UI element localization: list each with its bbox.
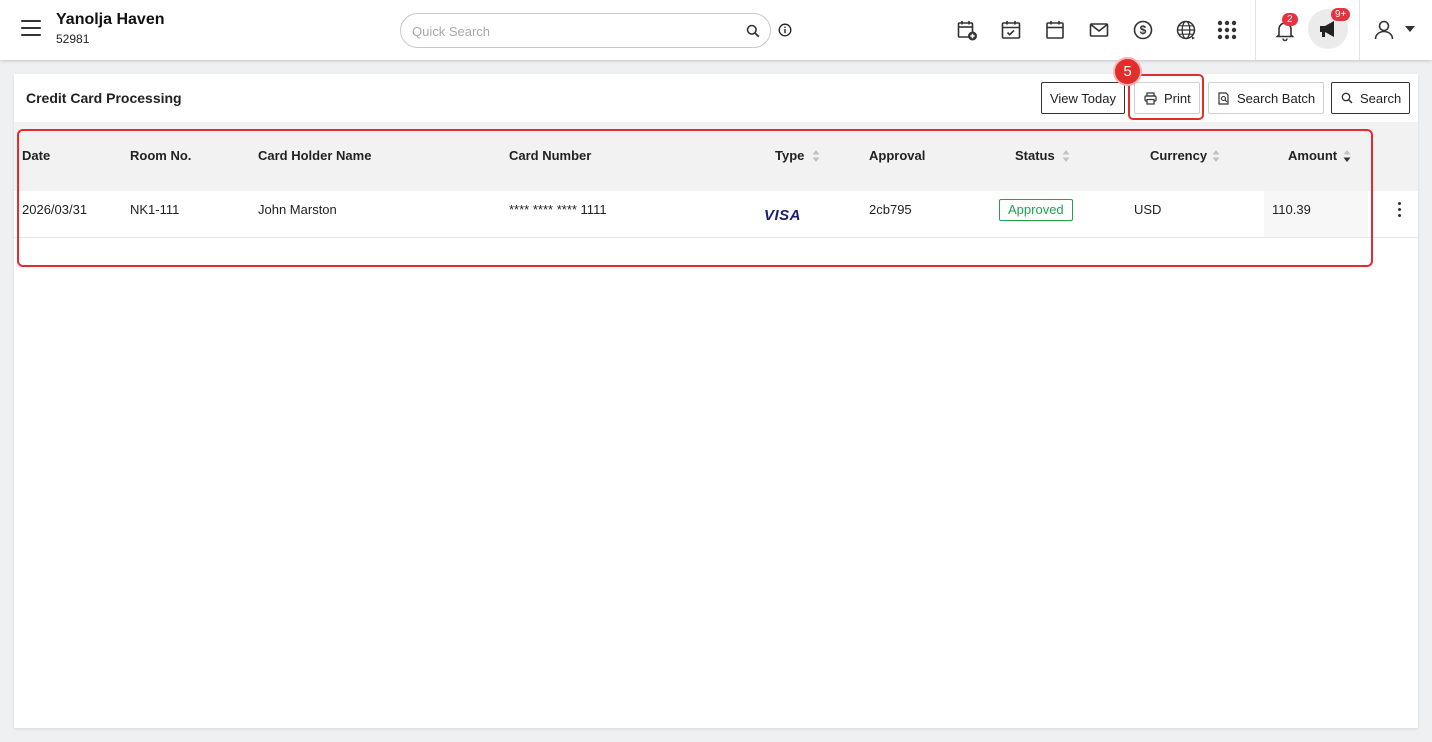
search-document-icon: [1218, 91, 1229, 105]
search-batch-button[interactable]: Search Batch: [1208, 82, 1324, 114]
search-icon: [1341, 92, 1353, 104]
mail-icon[interactable]: [1087, 18, 1111, 42]
quick-search-box: [400, 13, 771, 48]
dollar-icon[interactable]: $: [1131, 18, 1155, 42]
info-icon[interactable]: [778, 23, 792, 37]
page-title: Credit Card Processing: [26, 90, 182, 106]
view-today-button[interactable]: View Today: [1041, 82, 1125, 114]
menu-icon[interactable]: [21, 20, 41, 38]
announcement-count-badge: 9+: [1331, 8, 1351, 21]
highlight-print-button: [1128, 74, 1204, 120]
megaphone-icon: [1320, 21, 1334, 37]
search-batch-label: Search Batch: [1237, 90, 1316, 106]
quick-search-input[interactable]: [412, 22, 732, 40]
calendar-icon[interactable]: [1043, 18, 1067, 42]
calendar-check-icon[interactable]: [999, 18, 1023, 42]
toolbar-divider: [1255, 0, 1256, 60]
search-icon[interactable]: [746, 24, 760, 38]
hotel-brand: Yanolja Haven 52981: [56, 11, 165, 46]
search-label: Search: [1360, 90, 1402, 106]
notification-count-badge: 2: [1282, 13, 1298, 26]
calendar-add-icon[interactable]: [955, 18, 979, 42]
step-number-badge: 5: [1113, 57, 1142, 86]
svg-text:$: $: [1140, 23, 1147, 37]
hotel-name: Yanolja Haven: [56, 11, 165, 28]
view-today-label: View Today: [1049, 90, 1116, 106]
row-more-options-icon[interactable]: [1395, 202, 1403, 220]
search-button[interactable]: Search: [1331, 82, 1410, 114]
user-menu-caret-icon[interactable]: [1405, 26, 1415, 32]
user-avatar-icon[interactable]: [1372, 18, 1396, 42]
hotel-id: 52981: [56, 32, 90, 46]
top-bar: Yanolja Haven 52981 $ 2 9+: [0, 0, 1432, 60]
apps-grid-icon[interactable]: [1215, 18, 1239, 42]
globe-icon[interactable]: [1175, 18, 1199, 42]
highlight-table: [17, 129, 1373, 267]
toolbar-divider: [1359, 0, 1360, 60]
